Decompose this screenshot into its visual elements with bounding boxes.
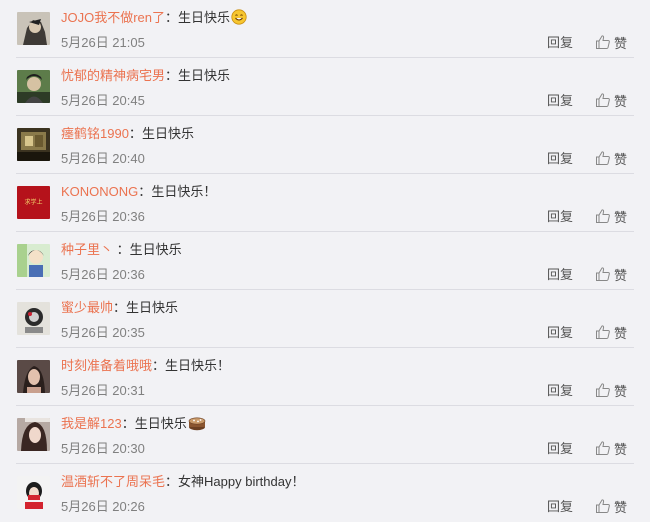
avatar[interactable]: [17, 418, 50, 451]
comment-body: 种子里丶 ：生日快乐: [61, 242, 182, 257]
username-link[interactable]: 蜜少最帅: [61, 300, 113, 315]
comment-text: 生日快乐！: [151, 184, 217, 199]
comment-time: 5月26日 20:36: [61, 209, 145, 224]
comment-body: 瘗鹤铭1990：生日快乐: [61, 126, 194, 141]
like-button[interactable]: 赞: [595, 322, 627, 342]
reply-button[interactable]: 回复: [547, 208, 573, 226]
thumbs-up-icon: [596, 209, 610, 223]
comment-time: 5月26日 20:36: [61, 267, 145, 282]
reply-button[interactable]: 回复: [547, 150, 573, 168]
avatar[interactable]: [17, 70, 50, 103]
avatar[interactable]: [17, 360, 50, 393]
comment-text: 生日快乐！: [165, 358, 231, 373]
comment-row: JOJO我不做ren了：生日快乐 5月26日 21:05 回复 赞: [0, 0, 650, 58]
comment-text: 生日快乐: [178, 68, 231, 83]
comment-time: 5月26日 20:31: [61, 383, 145, 398]
username-link[interactable]: 我是解123: [61, 416, 122, 431]
reply-button[interactable]: 回复: [547, 440, 573, 458]
like-button[interactable]: 赞: [595, 148, 627, 168]
username-link[interactable]: 忧郁的精神病宅男: [61, 68, 165, 83]
avatar[interactable]: [17, 476, 50, 509]
comment-row: 温酒斩不了周呆毛：女神Happy birthday！ 5月26日 20:26 回…: [0, 464, 650, 522]
avatar[interactable]: [17, 128, 50, 161]
like-button[interactable]: 赞: [595, 206, 627, 226]
comment-time: 5月26日 20:30: [61, 441, 145, 456]
like-button[interactable]: 赞: [595, 32, 627, 52]
like-button[interactable]: 赞: [595, 264, 627, 284]
thumbs-up-icon: [596, 151, 610, 165]
like-button[interactable]: 赞: [595, 90, 627, 110]
username-link[interactable]: 种子里丶: [61, 242, 113, 257]
thumbs-up-icon: [596, 35, 610, 49]
comment-time: 5月26日 21:05: [61, 35, 145, 50]
username-link[interactable]: KONONONG: [61, 184, 138, 199]
username-link[interactable]: JOJO我不做ren了: [61, 10, 165, 25]
thumbs-up-icon: [596, 267, 610, 281]
comment-row: 种子里丶 ：生日快乐 5月26日 20:36 回复 赞: [0, 232, 650, 290]
comment-text: 生日快乐: [134, 416, 187, 431]
comment-body: JOJO我不做ren了：生日快乐: [61, 9, 247, 30]
comment-row: 时刻准备着哦哦：生日快乐！ 5月26日 20:31 回复 赞: [0, 348, 650, 406]
comment-text: 女神Happy birthday！: [178, 474, 305, 489]
username-link[interactable]: 时刻准备着哦哦: [61, 358, 152, 373]
comment-row: 瘗鹤铭1990：生日快乐 5月26日 20:40 回复 赞: [0, 116, 650, 174]
comment-list: JOJO我不做ren了：生日快乐 5月26日 21:05 回复 赞 忧郁的精神病…: [0, 0, 650, 520]
comment-body: 温酒斩不了周呆毛：女神Happy birthday！: [61, 474, 305, 489]
username-link[interactable]: 温酒斩不了周呆毛: [61, 474, 165, 489]
comment-time: 5月26日 20:26: [61, 499, 145, 514]
comment-body: 我是解123：生日快乐: [61, 415, 206, 436]
reply-button[interactable]: 回复: [547, 266, 573, 284]
comment-row: 我是解123：生日快乐 5月26日 20:30 回复 赞: [0, 406, 650, 464]
comment-row: 蜜少最帅：生日快乐 5月26日 20:35 回复 赞: [0, 290, 650, 348]
like-button[interactable]: 赞: [595, 380, 627, 400]
thumbs-up-icon: [596, 499, 610, 513]
avatar-caption: 求学上: [24, 199, 43, 206]
reply-button[interactable]: 回复: [547, 498, 573, 516]
comment-body: 蜜少最帅：生日快乐: [61, 300, 179, 315]
comment-body: 时刻准备着哦哦：生日快乐！: [61, 358, 231, 373]
comment-row: 求学上 KONONONG：生日快乐！ 5月26日 20:36 回复 赞: [0, 174, 650, 232]
thumbs-up-icon: [596, 441, 610, 455]
comment-text: 生日快乐: [126, 300, 179, 315]
comment-body: KONONONG：生日快乐！: [61, 184, 217, 199]
avatar[interactable]: [17, 12, 50, 45]
thumbs-up-icon: [596, 93, 610, 107]
thumbs-up-icon: [596, 325, 610, 339]
thumbs-up-icon: [596, 383, 610, 397]
comment-body: 忧郁的精神病宅男：生日快乐: [61, 68, 231, 83]
comment-text: 生日快乐: [129, 242, 182, 257]
comment-time: 5月26日 20:35: [61, 325, 145, 340]
username-link[interactable]: 瘗鹤铭1990: [61, 126, 129, 141]
like-button[interactable]: 赞: [595, 496, 627, 516]
smile-emoji-icon: [231, 9, 247, 30]
reply-button[interactable]: 回复: [547, 382, 573, 400]
comment-row: 忧郁的精神病宅男：生日快乐 5月26日 20:45 回复 赞: [0, 58, 650, 116]
comment-text: 生日快乐: [141, 126, 194, 141]
avatar[interactable]: [17, 302, 50, 335]
comment-text: 生日快乐: [178, 10, 231, 25]
reply-button[interactable]: 回复: [547, 34, 573, 52]
cake-emoji-icon: [188, 415, 206, 436]
comment-time: 5月26日 20:45: [61, 93, 145, 108]
like-button[interactable]: 赞: [595, 438, 627, 458]
comment-time: 5月26日 20:40: [61, 151, 145, 166]
reply-button[interactable]: 回复: [547, 324, 573, 342]
avatar[interactable]: 求学上: [17, 186, 50, 219]
reply-button[interactable]: 回复: [547, 92, 573, 110]
avatar[interactable]: [17, 244, 50, 277]
